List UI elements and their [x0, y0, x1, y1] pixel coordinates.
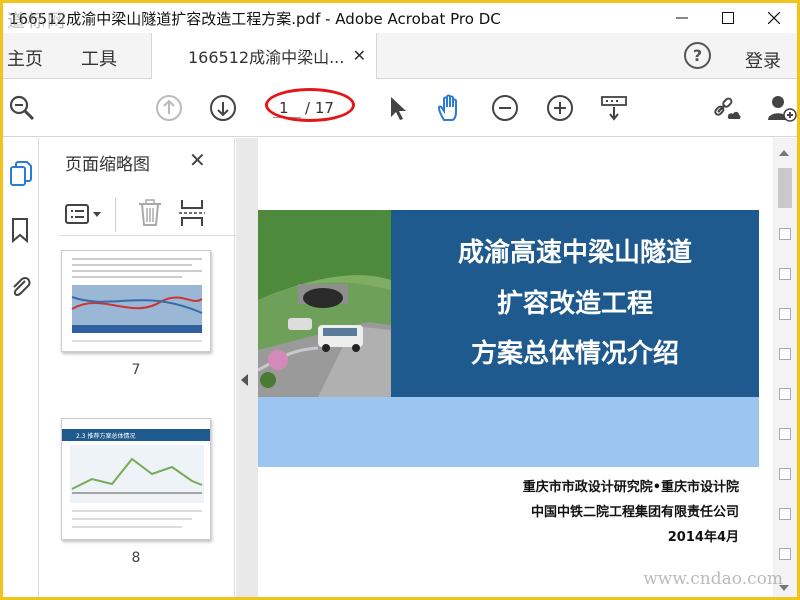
- menu-home[interactable]: 主页: [7, 45, 43, 71]
- split-page-icon[interactable]: [179, 198, 205, 232]
- delete-page-icon[interactable]: [137, 198, 163, 232]
- panel-title: 页面缩略图: [65, 155, 150, 175]
- page-thumbnail-8[interactable]: 2.3 推荐方案总体情况: [61, 418, 211, 540]
- page-thumbnails-icon[interactable]: [7, 160, 33, 188]
- zoom-out-icon[interactable]: [490, 93, 520, 123]
- close-panel-icon[interactable]: ✕: [189, 148, 206, 172]
- scroll-marker: [779, 388, 791, 400]
- attachment-icon[interactable]: [7, 272, 33, 300]
- scroll-marker: [779, 268, 791, 280]
- next-page-icon[interactable]: [208, 93, 238, 123]
- help-icon[interactable]: ?: [684, 42, 711, 69]
- maximize-icon: [722, 12, 734, 24]
- close-tab-icon[interactable]: ✕: [353, 46, 366, 65]
- watermark-top: 道标网: [7, 11, 67, 32]
- bookmark-icon[interactable]: [7, 216, 33, 244]
- zoom-in-icon[interactable]: [545, 93, 575, 123]
- document-scroll-thumb[interactable]: [778, 168, 792, 208]
- window-controls: [659, 3, 797, 33]
- minimize-icon: [676, 17, 688, 19]
- document-tab[interactable]: 166512成渝中梁山... ✕: [151, 33, 377, 79]
- title-bar: 166512成渝中梁山隧道扩容改造工程方案.pdf - Adobe Acroba…: [3, 3, 797, 33]
- scroll-marker: [779, 308, 791, 320]
- thumbnails-panel: 页面缩略图 ✕ 7 2.3 推荐方案总体情况 8: [39, 138, 263, 597]
- slide-title-line-1: 成渝高速中梁山隧道: [457, 238, 692, 268]
- watermark-bottom: www.cndao.com: [643, 569, 783, 589]
- document-scrollbar[interactable]: [773, 138, 797, 597]
- scroll-marker: [779, 508, 791, 520]
- document-tab-label: 166512成渝中梁山...: [188, 48, 345, 67]
- window-title: 166512成渝中梁山隧道扩容改造工程方案.pdf - Adobe Acroba…: [9, 9, 501, 28]
- slide-title-line-2: 扩容改造工程: [496, 289, 653, 319]
- scroll-marker: [779, 548, 791, 560]
- scroll-marker: [779, 228, 791, 240]
- close-icon: [768, 12, 780, 24]
- scroll-marker: [779, 348, 791, 360]
- page-thumbnail-7[interactable]: [61, 250, 211, 352]
- minimize-button[interactable]: [659, 3, 705, 33]
- scroll-mode-icon[interactable]: [599, 93, 629, 123]
- org-line-1: 重庆市市政设计研究院•重庆市设计院: [522, 480, 739, 495]
- scroll-marker: [779, 468, 791, 480]
- toolbar: 1 / 17: [3, 79, 797, 137]
- close-window-button[interactable]: [751, 3, 797, 33]
- slide-title-line-3: 方案总体情况介绍: [470, 339, 679, 369]
- scroll-up-icon[interactable]: [779, 150, 789, 156]
- org-line-2: 中国中铁二院工程集团有限责任公司: [530, 505, 739, 520]
- add-user-icon[interactable]: [767, 93, 797, 123]
- slide-title: 成渝高速中梁山隧道 扩容改造工程 方案总体情况介绍: [391, 210, 759, 397]
- panel-collapse-strip[interactable]: [236, 138, 258, 597]
- left-rail: [3, 138, 39, 597]
- scroll-marker: [779, 428, 791, 440]
- menu-bar: 主页 工具 166512成渝中梁山... ✕ ? 登录: [3, 33, 797, 79]
- thumbnail-heading: 2.3 推荐方案总体情况: [76, 432, 135, 440]
- red-annotation-ellipse: [265, 88, 355, 122]
- hand-tool-icon[interactable]: [435, 93, 465, 123]
- thumbnail-number: 7: [131, 362, 141, 378]
- previous-page-icon[interactable]: [154, 93, 184, 123]
- collapse-arrow-icon[interactable]: [241, 374, 248, 386]
- menu-tools[interactable]: 工具: [81, 45, 117, 71]
- tunnel-photo: [258, 210, 391, 397]
- login-button[interactable]: 登录: [745, 47, 781, 73]
- divider: [115, 198, 116, 232]
- app-window: 166512成渝中梁山隧道扩容改造工程方案.pdf - Adobe Acroba…: [0, 0, 800, 600]
- share-link-icon[interactable]: [713, 93, 743, 123]
- org-line-3: 2014年4月: [667, 530, 739, 545]
- slide-light-band: [258, 397, 759, 467]
- zoom-search-icon[interactable]: [7, 93, 37, 123]
- document-view: 成渝高速中梁山隧道 扩容改造工程 方案总体情况介绍 重庆市市政设计研究院•重庆市…: [258, 138, 773, 597]
- panel-toolbar: [59, 196, 239, 236]
- maximize-button[interactable]: [705, 3, 751, 33]
- thumbnail-number: 8: [131, 550, 141, 566]
- select-arrow-icon[interactable]: [382, 93, 412, 123]
- thumbnail-options-icon[interactable]: [65, 202, 107, 232]
